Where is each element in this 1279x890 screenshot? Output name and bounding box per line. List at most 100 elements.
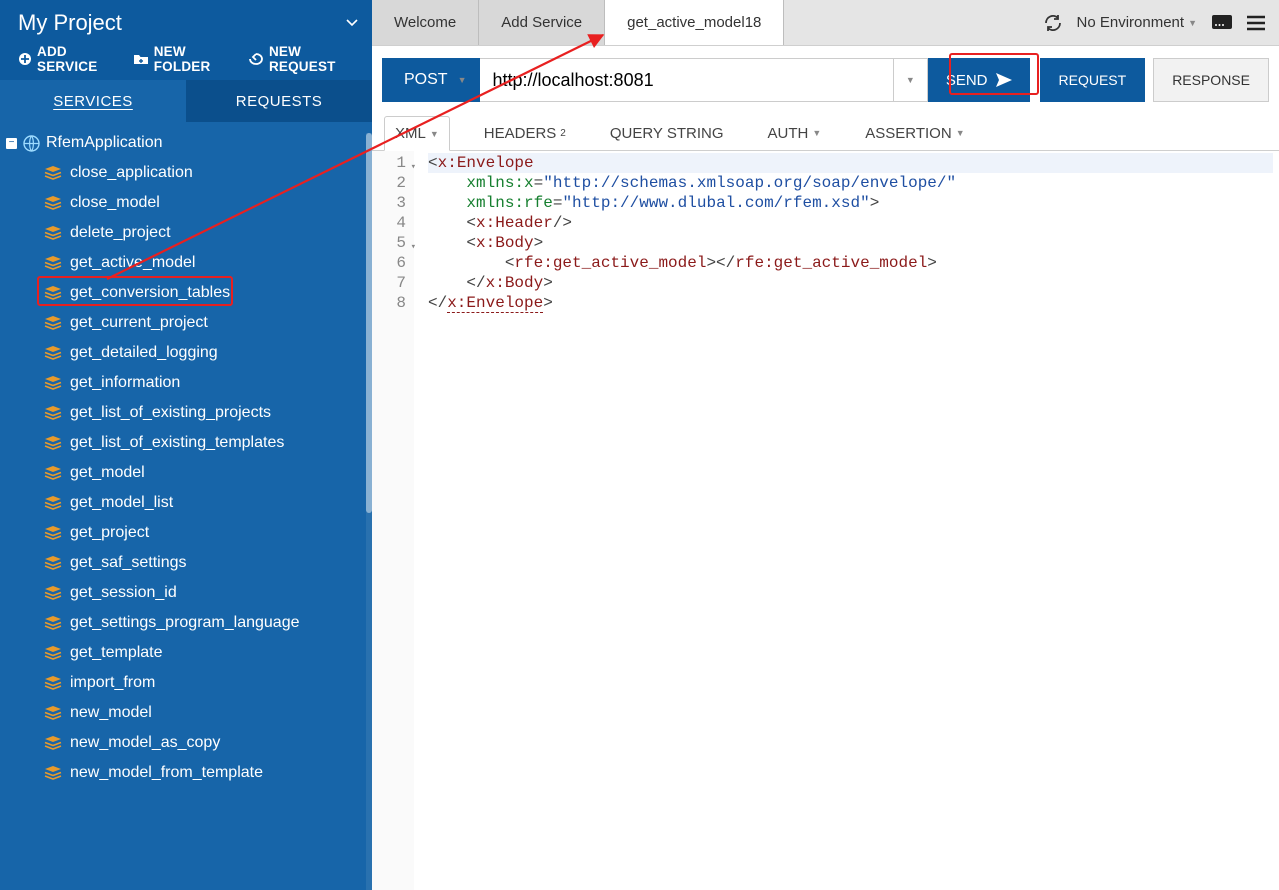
tree-item-get_settings_program_language[interactable]: get_settings_program_language	[0, 608, 372, 638]
tree-root[interactable]: − RfemApplication	[0, 128, 372, 158]
content-tab-assertion[interactable]: ASSERTION ▼	[855, 117, 974, 150]
content-tab-headers-label: HEADERS	[484, 125, 557, 142]
tree-item-get_list_of_existing_templates[interactable]: get_list_of_existing_templates	[0, 428, 372, 458]
response-view-tab[interactable]: RESPONSE	[1153, 58, 1269, 102]
sidebar-tab-requests[interactable]: REQUESTS	[186, 80, 372, 122]
method-dropdown[interactable]: POST ▼	[382, 58, 480, 102]
content-tab-auth[interactable]: AUTH ▼	[758, 117, 832, 150]
tree-item-get_current_project[interactable]: get_current_project	[0, 308, 372, 338]
sidebar-tab-services[interactable]: SERVICES	[0, 80, 186, 122]
main-panel: WelcomeAdd Serviceget_active_model18 No …	[372, 0, 1279, 890]
stack-icon	[44, 436, 62, 450]
add-service-label: ADD SERVICE	[37, 44, 119, 74]
request-view-tab[interactable]: REQUEST	[1040, 58, 1146, 102]
tree-item-get_information[interactable]: get_information	[0, 368, 372, 398]
request-bar: POST ▼ ▼ SEND REQUEST RESPONSE	[372, 46, 1279, 110]
content-tab-xml-label: XML	[395, 125, 426, 142]
stack-icon	[44, 196, 62, 210]
stack-icon	[44, 286, 62, 300]
send-button[interactable]: SEND	[928, 58, 1030, 102]
caret-down-icon: ▼	[956, 128, 965, 138]
tree-item-label: get_detailed_logging	[70, 344, 218, 362]
stack-icon	[44, 706, 62, 720]
stack-icon	[44, 646, 62, 660]
stack-icon	[44, 586, 62, 600]
tree-item-get_model_list[interactable]: get_model_list	[0, 488, 372, 518]
main-tab[interactable]: Welcome	[372, 0, 479, 45]
stack-icon	[44, 676, 62, 690]
tree-item-label: get_session_id	[70, 584, 177, 602]
tree-item-new_model_from_template[interactable]: new_model_from_template	[0, 758, 372, 788]
stack-icon	[44, 496, 62, 510]
new-request-label: NEW REQUEST	[269, 44, 358, 74]
new-folder-button[interactable]: NEW FOLDER	[133, 44, 234, 74]
stack-icon	[44, 526, 62, 540]
stack-icon	[44, 226, 62, 240]
environment-label: No Environment	[1077, 14, 1185, 31]
tree-item-label: get_template	[70, 644, 163, 662]
tree-item-get_list_of_existing_projects[interactable]: get_list_of_existing_projects	[0, 398, 372, 428]
tree-item-label: get_project	[70, 524, 149, 542]
code-editor[interactable]: 1▾2345▾678 <x:Envelope xmlns:x="http://s…	[372, 151, 1279, 890]
refresh-icon[interactable]	[1043, 13, 1063, 33]
tree-item-label: get_conversion_tables	[70, 284, 230, 302]
tree-item-get_project[interactable]: get_project	[0, 518, 372, 548]
url-history-dropdown[interactable]: ▼	[893, 59, 927, 101]
tree-item-get_saf_settings[interactable]: get_saf_settings	[0, 548, 372, 578]
menu-icon[interactable]	[1247, 15, 1265, 31]
tree-item-delete_project[interactable]: delete_project	[0, 218, 372, 248]
collapse-icon[interactable]: −	[6, 138, 17, 149]
tree-item-label: get_list_of_existing_projects	[70, 404, 271, 422]
main-tab[interactable]: Add Service	[479, 0, 605, 45]
tree-item-label: get_saf_settings	[70, 554, 187, 572]
environment-dropdown[interactable]: No Environment ▼	[1077, 14, 1197, 31]
send-button-label: SEND	[946, 72, 988, 89]
stack-icon	[44, 556, 62, 570]
tree-item-label: close_application	[70, 164, 193, 182]
stack-icon	[44, 406, 62, 420]
request-icon	[248, 52, 264, 66]
caret-down-icon: ▼	[458, 75, 467, 85]
toast-icon[interactable]	[1211, 14, 1233, 32]
url-input[interactable]	[480, 59, 892, 101]
caret-down-icon: ▼	[1188, 18, 1197, 28]
tree-item-label: new_model_from_template	[70, 764, 263, 782]
tree-item-close_model[interactable]: close_model	[0, 188, 372, 218]
content-tab-xml[interactable]: XML ▼	[384, 116, 450, 151]
editor-gutter: 1▾2345▾678	[372, 151, 414, 890]
stack-icon	[44, 736, 62, 750]
content-tab-query[interactable]: QUERY STRING	[600, 117, 734, 150]
tree-item-label: import_from	[70, 674, 155, 692]
content-tabs: XML ▼ HEADERS 2 QUERY STRING AUTH ▼ ASSE…	[372, 110, 1279, 151]
tree-item-new_model[interactable]: new_model	[0, 698, 372, 728]
project-menu-caret[interactable]	[346, 19, 358, 27]
stack-icon	[44, 166, 62, 180]
tree-item-get_detailed_logging[interactable]: get_detailed_logging	[0, 338, 372, 368]
tree-item-label: get_model	[70, 464, 145, 482]
add-service-button[interactable]: ADD SERVICE	[18, 44, 119, 74]
topbar: WelcomeAdd Serviceget_active_model18 No …	[372, 0, 1279, 46]
content-tab-headers[interactable]: HEADERS 2	[474, 117, 576, 150]
main-tab[interactable]: get_active_model18	[605, 0, 784, 45]
editor-content[interactable]: <x:Envelope xmlns:x="http://schemas.xmls…	[414, 151, 1279, 890]
globe-icon	[23, 135, 40, 152]
tree-item-get_template[interactable]: get_template	[0, 638, 372, 668]
tree-item-close_application[interactable]: close_application	[0, 158, 372, 188]
plus-circle-icon	[18, 52, 32, 66]
tree-item-label: new_model	[70, 704, 152, 722]
tree-item-new_model_as_copy[interactable]: new_model_as_copy	[0, 728, 372, 758]
tree-root-label: RfemApplication	[46, 134, 163, 152]
tree-item-get_conversion_tables[interactable]: get_conversion_tables	[0, 278, 372, 308]
tree-item-label: close_model	[70, 194, 160, 212]
tree-item-get_session_id[interactable]: get_session_id	[0, 578, 372, 608]
tree-item-get_model[interactable]: get_model	[0, 458, 372, 488]
stack-icon	[44, 316, 62, 330]
tree-item-import_from[interactable]: import_from	[0, 668, 372, 698]
tree-item-label: get_information	[70, 374, 180, 392]
new-request-button[interactable]: NEW REQUEST	[248, 44, 358, 74]
project-title: My Project	[18, 10, 122, 36]
tree-item-get_active_model[interactable]: get_active_model	[0, 248, 372, 278]
stack-icon	[44, 616, 62, 630]
tree-item-label: get_active_model	[70, 254, 195, 272]
caret-down-icon: ▼	[906, 75, 915, 85]
